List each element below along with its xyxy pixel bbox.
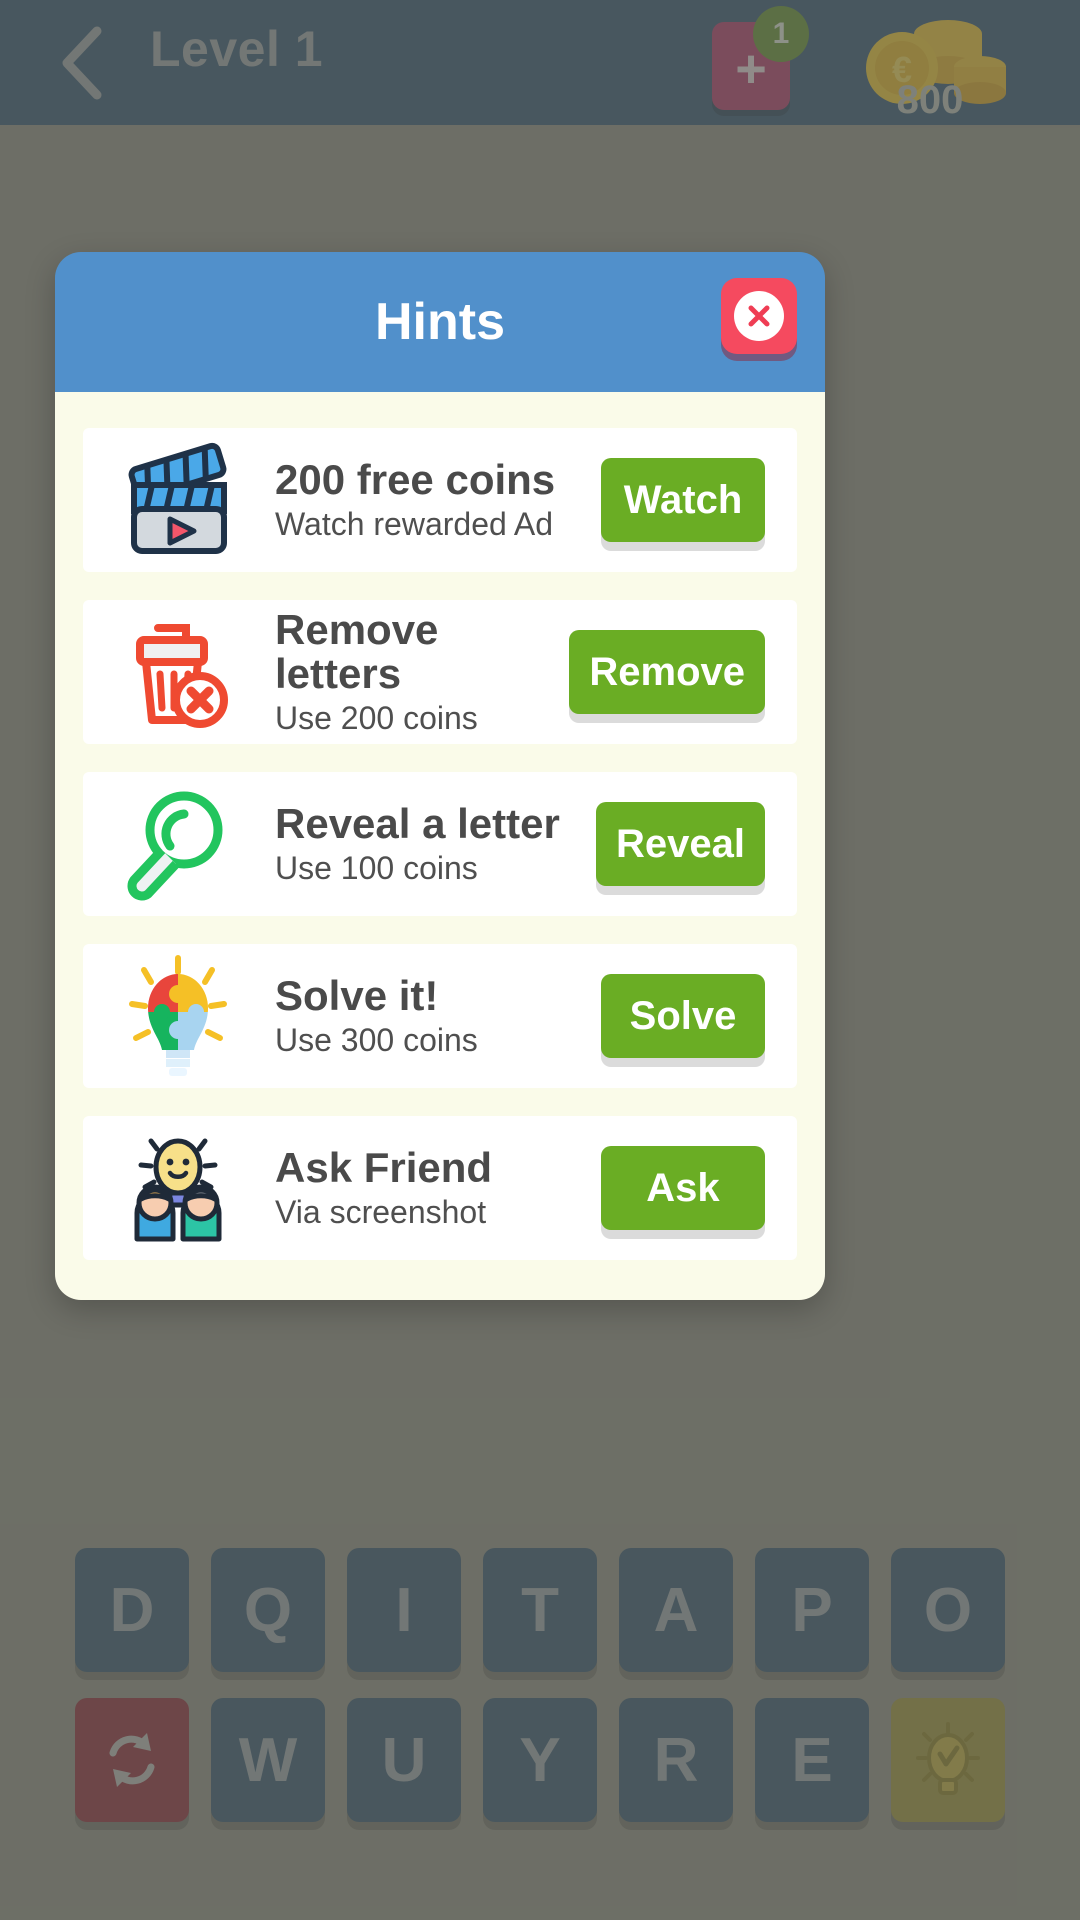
hint-row-solve[interactable]: Solve it! Use 300 coins Solve (83, 944, 797, 1088)
hint-title: Reveal a letter (275, 800, 560, 848)
hint-text: Ask Friend Via screenshot (253, 1146, 601, 1230)
hint-title: Solve it! (275, 972, 439, 1020)
close-icon (734, 291, 784, 341)
dialog-body: 200 free coins Watch rewarded Ad Watch R… (55, 392, 825, 1300)
hint-row-remove-letters[interactable]: Remove letters Use 200 coins Remove (83, 600, 797, 744)
friends-bulb-icon (103, 1123, 253, 1253)
dialog-header: Hints (55, 252, 825, 392)
hint-text: 200 free coins Watch rewarded Ad (253, 458, 601, 542)
solve-button[interactable]: Solve (601, 974, 765, 1058)
watch-button[interactable]: Watch (601, 458, 765, 542)
clapperboard-icon (103, 435, 253, 565)
hint-subtitle: Use 100 coins (275, 850, 478, 887)
hint-subtitle: Use 200 coins (275, 700, 478, 737)
hint-row-ask-friend[interactable]: Ask Friend Via screenshot Ask (83, 1116, 797, 1260)
close-button[interactable] (721, 278, 797, 354)
hint-row-free-coins[interactable]: 200 free coins Watch rewarded Ad Watch (83, 428, 797, 572)
hint-text: Remove letters Use 200 coins (253, 608, 569, 736)
dialog-title: Hints (375, 293, 505, 351)
hint-title: Ask Friend (275, 1144, 493, 1192)
hint-subtitle: Via screenshot (275, 1194, 487, 1231)
ask-button[interactable]: Ask (601, 1146, 765, 1230)
hints-dialog: Hints 200 free coins Watch rewarded Ad W… (55, 252, 825, 1300)
reveal-button[interactable]: Reveal (596, 802, 765, 886)
hint-title: 200 free coins (275, 456, 556, 504)
hint-text: Reveal a letter Use 100 coins (253, 802, 596, 886)
hint-row-reveal-letter[interactable]: Reveal a letter Use 100 coins Reveal (83, 772, 797, 916)
hint-subtitle: Use 300 coins (275, 1022, 478, 1059)
hint-title: Remove letters (275, 606, 439, 698)
magnifier-icon (103, 779, 253, 909)
hint-text: Solve it! Use 300 coins (253, 974, 601, 1058)
remove-button[interactable]: Remove (569, 630, 765, 714)
trash-remove-icon (103, 607, 253, 737)
hint-subtitle: Watch rewarded Ad (275, 506, 554, 543)
puzzle-bulb-icon (103, 951, 253, 1081)
